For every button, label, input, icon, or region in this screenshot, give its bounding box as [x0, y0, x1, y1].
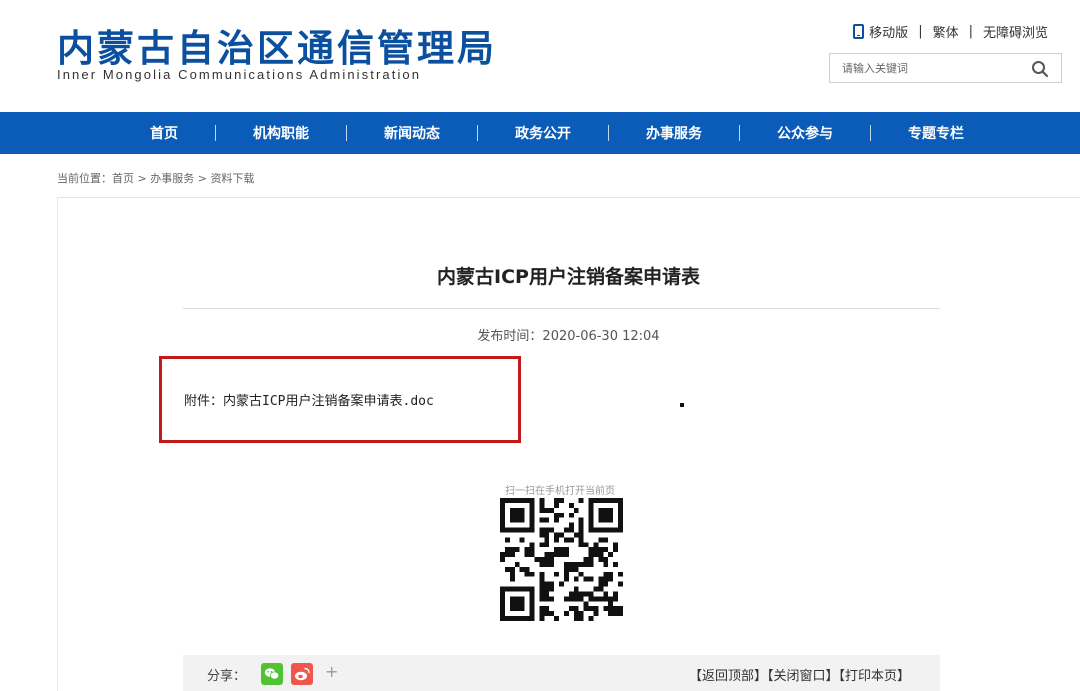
- nav-item[interactable]: 公众参与: [777, 112, 908, 154]
- nav-separator: [477, 125, 478, 141]
- nav-separator: [870, 125, 871, 141]
- print-page-link[interactable]: 【打印本页】: [838, 669, 910, 684]
- close-window-link[interactable]: 【关闭窗口】: [767, 669, 839, 684]
- weibo-icon[interactable]: [291, 663, 313, 685]
- nav-separator: [608, 125, 609, 141]
- publish-time: 发布时间：2020-06-30 12:04: [477, 329, 660, 344]
- mobile-version-link[interactable]: 移动版: [869, 22, 908, 41]
- link-separator: |: [968, 24, 973, 39]
- breadcrumb-downloads[interactable]: 资料下载: [210, 172, 254, 185]
- accessible-browse-link[interactable]: 无障碍浏览: [983, 22, 1048, 41]
- attachment-line: 附件：内蒙古ICP用户注销备案申请表.doc: [184, 390, 434, 409]
- nav-item[interactable]: 首页: [150, 112, 253, 154]
- nav-separator: [215, 125, 216, 141]
- nav-item[interactable]: 政务公开: [515, 112, 646, 154]
- nav-item-label[interactable]: 首页: [150, 123, 178, 143]
- attachment-label: 附件：: [184, 394, 224, 409]
- nav-item-label[interactable]: 公众参与: [777, 123, 833, 143]
- title-divider: [183, 308, 940, 309]
- top-links: 移动版 | 繁体 | 无障碍浏览: [853, 22, 1048, 41]
- breadcrumb-sep: >: [194, 172, 211, 185]
- nav-item[interactable]: 专题专栏: [908, 112, 964, 154]
- traditional-chinese-link[interactable]: 繁体: [933, 22, 959, 41]
- article-footer-bar: 分享： + 【返回顶部】【关闭窗口】【打印本页】: [183, 655, 940, 691]
- search-box: [829, 53, 1062, 83]
- phone-icon: [853, 24, 865, 39]
- breadcrumb-services[interactable]: 办事服务: [150, 172, 194, 185]
- attachment-file-link[interactable]: 内蒙古ICP用户注销备案申请表.doc: [223, 394, 434, 409]
- search-icon[interactable]: [1031, 60, 1049, 78]
- article-title: 内蒙古ICP用户注销备案申请表: [437, 266, 700, 288]
- site-logo-title[interactable]: 内蒙古自治区通信管理局: [57, 18, 497, 72]
- share-label: 分享：: [207, 669, 247, 684]
- breadcrumb-sep: >: [134, 172, 151, 185]
- main-nav: 首页 机构职能 新闻动态 政务公开 办事服务 公众参与 专题专栏: [0, 112, 1080, 154]
- page-actions: 【返回顶部】【关闭窗口】【打印本页】: [689, 665, 910, 684]
- qr-code: [500, 498, 623, 621]
- nav-item-label[interactable]: 机构职能: [253, 123, 309, 143]
- link-separator: |: [918, 24, 923, 39]
- breadcrumb: 当前位置：首页 > 办事服务 > 资料下载: [57, 170, 254, 186]
- nav-item-label[interactable]: 新闻动态: [384, 123, 440, 143]
- breadcrumb-prefix: 当前位置：: [57, 172, 112, 185]
- nav-item[interactable]: 新闻动态: [384, 112, 515, 154]
- breadcrumb-home[interactable]: 首页: [112, 172, 134, 185]
- stray-dot: [680, 403, 684, 407]
- qr-label: 扫一扫在手机打开当前页: [505, 486, 615, 497]
- site-header: 内蒙古自治区通信管理局 Inner Mongolia Communication…: [0, 0, 1080, 112]
- nav-item[interactable]: 机构职能: [253, 112, 384, 154]
- nav-separator: [346, 125, 347, 141]
- main-nav-list: 首页 机构职能 新闻动态 政务公开 办事服务 公众参与 专题专栏: [150, 112, 964, 154]
- nav-item-label[interactable]: 政务公开: [515, 123, 571, 143]
- search-input[interactable]: [830, 54, 1025, 82]
- back-to-top-link[interactable]: 【返回顶部】: [689, 669, 767, 684]
- site-logo-subtitle: Inner Mongolia Communications Administra…: [57, 67, 422, 82]
- nav-item[interactable]: 办事服务: [646, 112, 777, 154]
- nav-item-label[interactable]: 办事服务: [646, 123, 702, 143]
- nav-separator: [739, 125, 740, 141]
- wechat-icon[interactable]: [261, 663, 283, 685]
- nav-item-label[interactable]: 专题专栏: [908, 123, 964, 143]
- more-share-button[interactable]: +: [325, 662, 338, 681]
